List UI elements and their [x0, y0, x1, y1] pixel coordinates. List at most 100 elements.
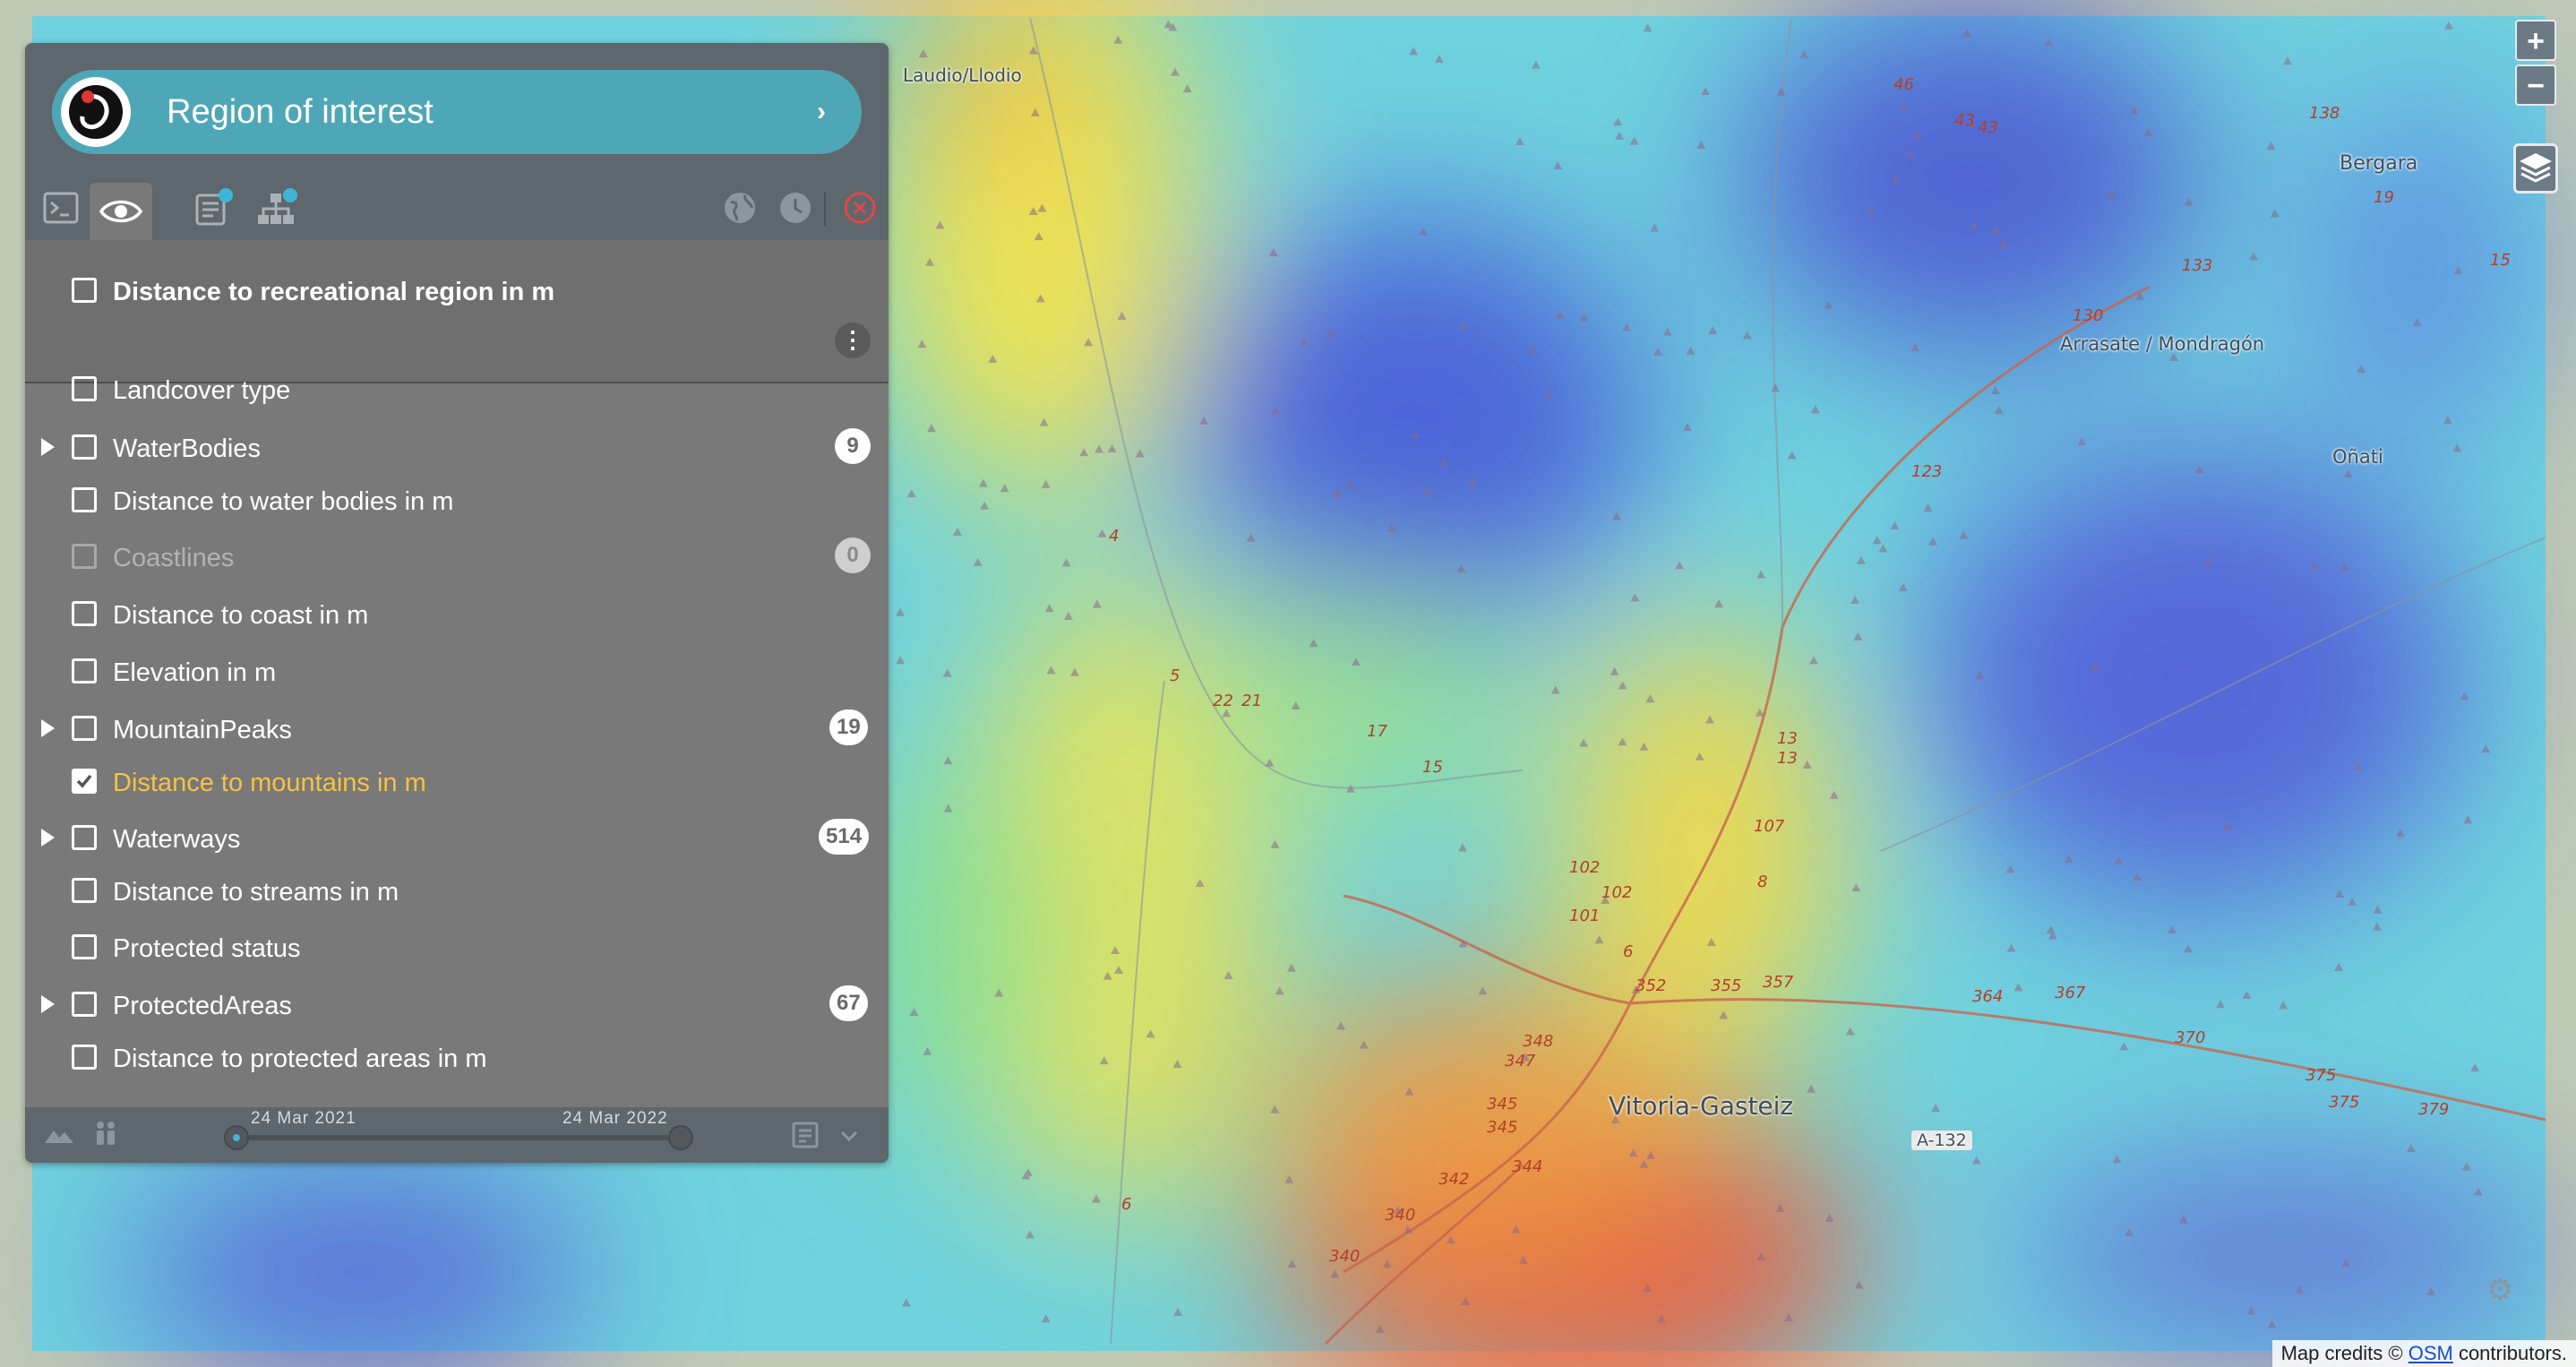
zoom-in-button[interactable]: + [2515, 20, 2556, 61]
place-label: Laudio/Llodio [903, 64, 1022, 86]
layer-checkbox[interactable] [72, 716, 97, 741]
layer-checkbox[interactable] [72, 1045, 97, 1070]
divider [824, 192, 826, 226]
layer-label: WaterBodies [113, 434, 261, 463]
primary-layer-checkbox[interactable] [72, 278, 97, 303]
layer-label: Coastlines [113, 544, 235, 572]
layer-label-active: Distance to mountains in m [113, 769, 426, 797]
expand-arrow-icon[interactable] [41, 719, 55, 737]
layer-label: MountainPeaks [113, 716, 292, 744]
road-number: 5 [1170, 666, 1181, 685]
layer-label: Distance to coast in m [113, 601, 369, 630]
terrain-icon[interactable] [41, 1122, 77, 1148]
road-number: 364 [1972, 987, 2004, 1006]
close-button[interactable] [835, 183, 885, 233]
panel-title: Region of interest [167, 93, 434, 131]
more-options-icon[interactable]: ⋮ [835, 322, 871, 358]
place-label: Bergara [2340, 152, 2418, 175]
timeline-end-handle[interactable] [668, 1125, 693, 1150]
layer-checkbox[interactable] [72, 992, 97, 1017]
zoom-out-button[interactable]: − [2515, 64, 2556, 106]
clock-icon [780, 193, 811, 223]
expand-arrow-icon[interactable] [41, 829, 55, 847]
layer-checkbox[interactable] [72, 376, 97, 401]
road-number: 15 [1422, 758, 1443, 777]
road-number: 4 [1109, 527, 1120, 546]
layer-checkbox[interactable] [72, 825, 97, 850]
people-icon[interactable] [90, 1118, 122, 1150]
gear-icon[interactable]: ⚙ [2486, 1272, 2513, 1308]
primary-layer-row: Distance to recreational region in m [25, 240, 889, 383]
place-label: Arrasate / Mondragón [2060, 333, 2265, 355]
layer-checkbox[interactable] [72, 601, 97, 626]
terminal-icon [43, 192, 79, 224]
feature-count-badge: 67 [829, 985, 868, 1021]
tab-hierarchy[interactable] [251, 183, 301, 233]
layer-label: ProtectedAreas [113, 992, 292, 1020]
feature-count-badge: 0 [835, 537, 871, 573]
clock-button[interactable] [770, 183, 820, 233]
road-number: 348 [1523, 1032, 1554, 1051]
panel-header: Region of interest › [25, 43, 889, 240]
road-number: 367 [2055, 984, 2086, 1002]
layer-label: Waterways [113, 825, 241, 854]
road-number: 133 [2182, 256, 2213, 275]
road-number: 6 [1121, 1195, 1132, 1214]
tab-documents[interactable] [186, 183, 236, 233]
expand-arrow-icon[interactable] [41, 995, 55, 1013]
road-number: 130 [2073, 306, 2104, 325]
road-number: 375 [2306, 1066, 2337, 1085]
timeline-footer: 24 Mar 2021 24 Mar 2022 [25, 1107, 889, 1163]
road-number: 6 [1623, 942, 1634, 961]
layers-icon[interactable] [2513, 143, 2558, 193]
layer-checkbox[interactable] [72, 878, 97, 903]
feature-count-badge: 9 [835, 428, 871, 464]
road-number: 43 [1978, 118, 1998, 137]
map-credits: Map credits © OSM contributors. [2271, 1340, 2576, 1367]
road-shield: A-132 [1911, 1131, 1972, 1150]
road-number: 101 [1569, 907, 1601, 925]
checkmark-icon [76, 774, 92, 788]
handle-indicator [233, 1134, 240, 1141]
road-number: 345 [1487, 1118, 1518, 1137]
notification-badge [283, 188, 297, 202]
timeline-start-handle[interactable] [224, 1125, 249, 1150]
layer-checkbox[interactable] [72, 434, 97, 460]
road-number: 15 [2490, 251, 2511, 270]
city-label: Vitoria-Gasteiz [1609, 1091, 1794, 1121]
layer-checkbox [72, 544, 97, 569]
road-number: 107 [1754, 817, 1785, 836]
road-number: 370 [2175, 1028, 2206, 1047]
road-number: 22 [1213, 692, 1233, 710]
layer-checkbox[interactable] [72, 658, 97, 684]
road-number: 352 [1636, 976, 1667, 995]
road-number: 340 [1385, 1206, 1416, 1225]
layer-checkbox[interactable] [72, 487, 97, 512]
chevron-down-icon[interactable] [837, 1123, 862, 1148]
notification-badge [219, 188, 233, 202]
road-number: 138 [2309, 104, 2340, 123]
layer-label: Distance to streams in m [113, 878, 399, 907]
timeline-slider[interactable] [236, 1135, 681, 1140]
expand-arrow-icon[interactable] [41, 438, 55, 456]
credits-suffix: contributors. [2452, 1342, 2567, 1364]
layer-label: Distance to protected areas in m [113, 1045, 487, 1073]
osm-link[interactable]: OSM [2409, 1342, 2453, 1364]
layer-checkbox-checked[interactable] [72, 769, 97, 794]
app-logo [61, 77, 131, 147]
primary-layer-label: Distance to recreational region in m [113, 278, 555, 306]
timeline-end-date: 24 Mar 2022 [562, 1109, 668, 1128]
tab-terminal[interactable] [36, 183, 86, 233]
road-number: 355 [1711, 976, 1742, 995]
region-of-interest-button[interactable]: Region of interest › [52, 70, 862, 154]
road-number: 375 [2329, 1093, 2360, 1112]
gallery-icon[interactable] [788, 1120, 820, 1150]
road-number: 43 [1954, 111, 1975, 130]
road-number: 342 [1438, 1170, 1470, 1189]
tab-layers[interactable] [90, 183, 152, 240]
timeline-start-date: 24 Mar 2021 [251, 1109, 356, 1128]
layer-checkbox[interactable] [72, 934, 97, 959]
road-number: 345 [1487, 1095, 1518, 1113]
close-circle-icon [844, 192, 876, 224]
globe-button[interactable] [715, 183, 765, 233]
